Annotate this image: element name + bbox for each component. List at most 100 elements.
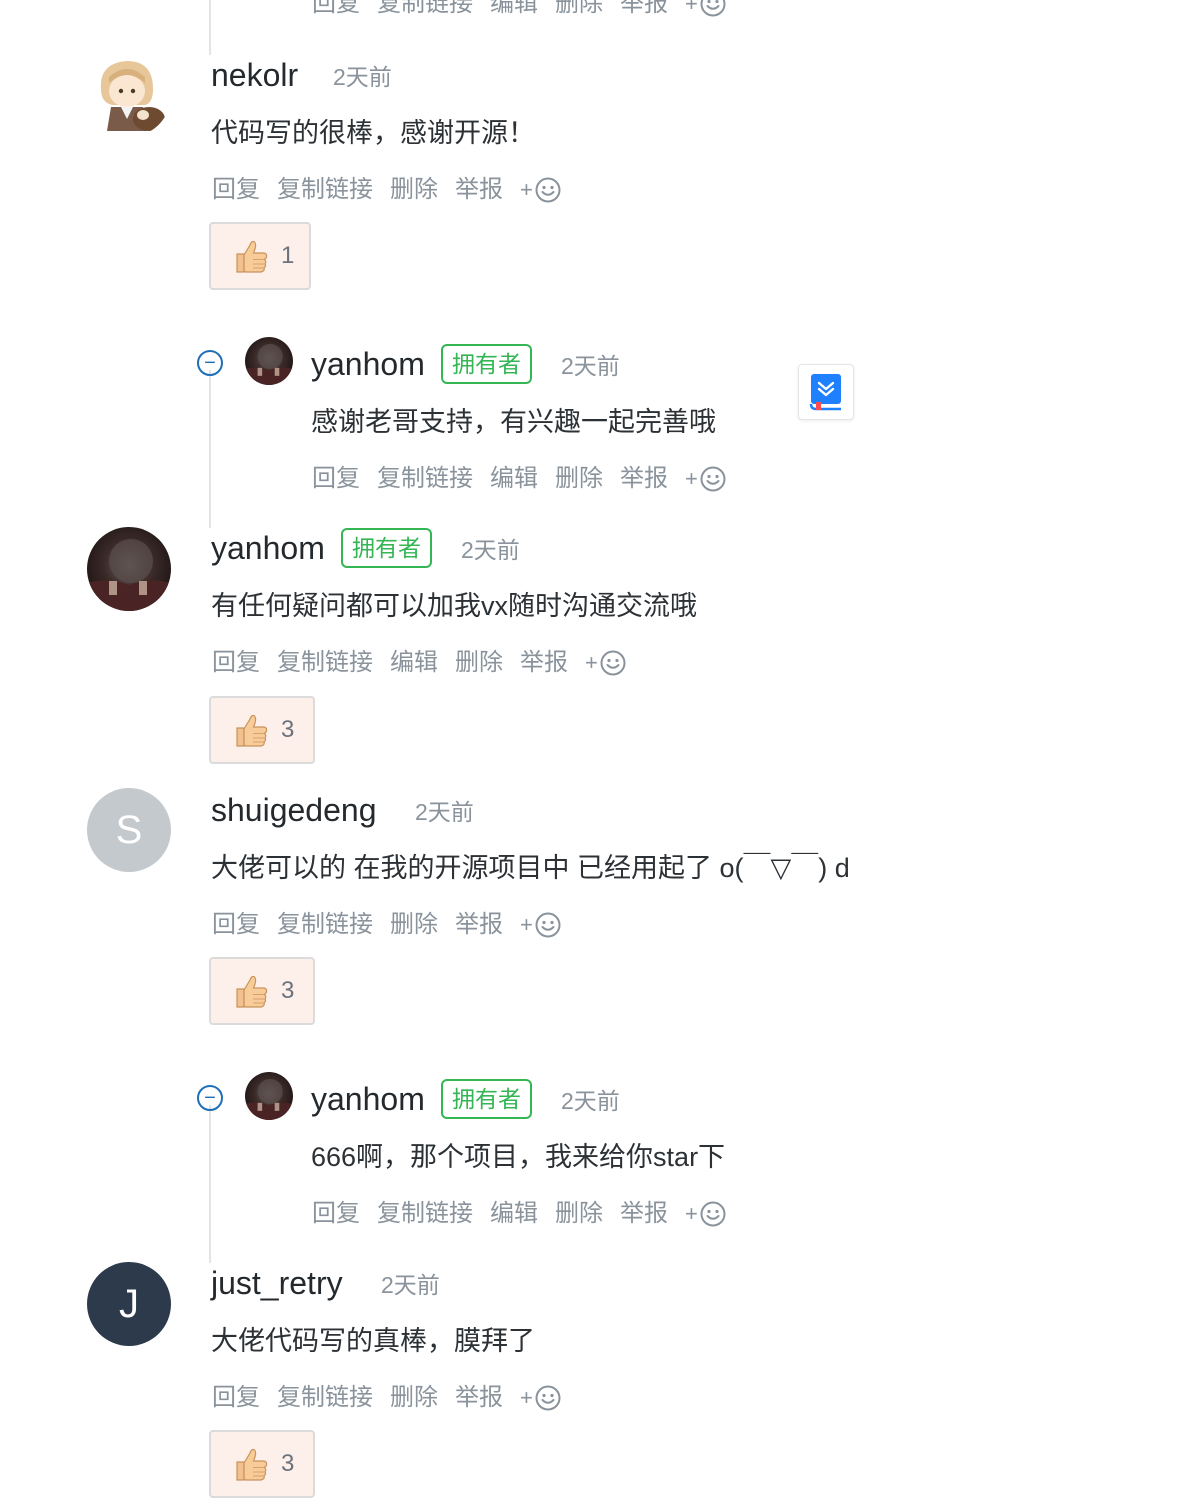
report-button[interactable]: 举报 xyxy=(455,1382,503,1414)
thumbs-up-icon xyxy=(231,971,271,1011)
report-button[interactable]: 举报 xyxy=(520,647,568,679)
copy-link-button[interactable]: 复制链接 xyxy=(277,909,373,941)
reply-button[interactable]: 回复 xyxy=(312,1198,360,1230)
like-count: 3 xyxy=(281,716,295,743)
comment-author[interactable]: just_retry xyxy=(211,1263,343,1303)
add-reaction-plus[interactable]: + xyxy=(520,1382,533,1414)
copy-link-button[interactable]: 复制链接 xyxy=(377,0,473,20)
add-reaction-plus[interactable]: + xyxy=(520,174,533,206)
report-button[interactable]: 举报 xyxy=(620,1198,668,1230)
comment-author[interactable]: yanhom xyxy=(311,344,425,384)
avatar[interactable] xyxy=(245,337,293,385)
report-button[interactable]: 举报 xyxy=(455,909,503,941)
report-button[interactable]: 举报 xyxy=(620,0,668,20)
avatar[interactable]: S xyxy=(87,788,171,872)
reply-button[interactable]: 回复 xyxy=(312,0,360,20)
emoji-reaction-icon[interactable] xyxy=(535,177,561,203)
delete-button[interactable]: 删除 xyxy=(455,647,503,679)
like-count: 3 xyxy=(281,1450,295,1477)
avatar-letter: S xyxy=(115,807,143,852)
avatar[interactable]: J xyxy=(87,1262,171,1346)
add-reaction-plus[interactable]: + xyxy=(520,909,533,941)
like-count: 1 xyxy=(281,242,295,269)
report-button[interactable]: 举报 xyxy=(620,463,668,495)
comment-text: 大佬代码写的真棒，膜拜了 xyxy=(211,1326,535,1356)
comment-time: 2天前 xyxy=(561,353,620,379)
bookmark-widget[interactable] xyxy=(798,364,854,420)
copy-link-button[interactable]: 复制链接 xyxy=(277,174,373,206)
edit-button[interactable]: 编辑 xyxy=(490,0,538,20)
avatar[interactable] xyxy=(87,527,171,611)
action-bar: 回复 复制链接 删除 举报 + xyxy=(212,909,561,941)
reply-button[interactable]: 回复 xyxy=(312,463,360,495)
comment-text: 666啊，那个项目，我来给你star下 xyxy=(311,1142,726,1172)
action-bar: 回复 复制链接 编辑 删除 举报 + xyxy=(312,1198,726,1230)
copy-link-button[interactable]: 复制链接 xyxy=(377,463,473,495)
delete-button[interactable]: 删除 xyxy=(390,1382,438,1414)
avatar[interactable] xyxy=(245,1072,293,1120)
like-button[interactable]: 1 xyxy=(209,222,311,290)
copy-link-button[interactable]: 复制链接 xyxy=(377,1198,473,1230)
comment-time: 2天前 xyxy=(561,1088,620,1114)
comment-author[interactable]: shuigedeng xyxy=(211,790,376,830)
edit-button[interactable]: 编辑 xyxy=(490,1198,538,1230)
thumbs-up-icon xyxy=(231,710,271,750)
delete-button[interactable]: 删除 xyxy=(390,909,438,941)
report-button[interactable]: 举报 xyxy=(455,174,503,206)
owner-badge: 拥有者 xyxy=(341,528,432,568)
thumbs-up-icon xyxy=(231,236,271,276)
delete-button[interactable]: 删除 xyxy=(390,174,438,206)
thread-line xyxy=(209,1105,211,1263)
delete-button[interactable]: 删除 xyxy=(555,1198,603,1230)
owner-badge: 拥有者 xyxy=(441,344,532,384)
add-reaction-plus[interactable]: + xyxy=(685,463,698,495)
copy-link-button[interactable]: 复制链接 xyxy=(277,647,373,679)
comment-author[interactable]: yanhom xyxy=(211,528,325,568)
like-button[interactable]: 3 xyxy=(209,1430,315,1498)
delete-button[interactable]: 删除 xyxy=(555,463,603,495)
comment-text: 代码写的很棒，感谢开源！ xyxy=(211,118,535,148)
like-button[interactable]: 3 xyxy=(209,696,315,764)
comment-text: 有任何疑问都可以加我vx随时沟通交流哦 xyxy=(211,591,697,621)
thumbs-up-icon xyxy=(231,1444,271,1484)
action-bar: 回复 复制链接 删除 举报 + xyxy=(212,1382,561,1414)
emoji-reaction-icon[interactable] xyxy=(700,466,726,492)
comment-time: 2天前 xyxy=(381,1272,440,1298)
owner-badge: 拥有者 xyxy=(441,1079,532,1119)
emoji-reaction-icon[interactable] xyxy=(600,650,626,676)
comment-time: 2天前 xyxy=(333,64,392,90)
add-reaction-plus[interactable]: + xyxy=(685,1198,698,1230)
collapse-thread-button[interactable]: − xyxy=(197,1085,223,1111)
action-bar: 回复 复制链接 编辑 删除 举报 + xyxy=(312,463,726,495)
emoji-reaction-icon[interactable] xyxy=(700,0,726,17)
avatar[interactable] xyxy=(87,53,171,137)
comment-text: 大佬可以的 在我的开源项目中 已经用起了 o(￣▽￣) d xyxy=(211,853,850,883)
reply-button[interactable]: 回复 xyxy=(212,647,260,679)
comment-author[interactable]: yanhom xyxy=(311,1079,425,1119)
bookmark-book-icon xyxy=(809,374,841,411)
like-count: 3 xyxy=(281,977,295,1004)
emoji-reaction-icon[interactable] xyxy=(700,1201,726,1227)
emoji-reaction-icon[interactable] xyxy=(535,1385,561,1411)
collapse-thread-button[interactable]: − xyxy=(197,350,223,376)
thread-line xyxy=(209,0,211,55)
delete-button[interactable]: 删除 xyxy=(555,0,603,20)
action-bar: 回复 复制链接 编辑 删除 举报 + xyxy=(212,647,626,679)
thread-line xyxy=(209,370,211,528)
comment-text: 感谢老哥支持，有兴趣一起完善哦 xyxy=(311,407,716,437)
like-button[interactable]: 3 xyxy=(209,957,315,1025)
copy-link-button[interactable]: 复制链接 xyxy=(277,1382,373,1414)
reply-button[interactable]: 回复 xyxy=(212,909,260,941)
reply-button[interactable]: 回复 xyxy=(212,1382,260,1414)
action-bar: 回复 复制链接 编辑 删除 举报 + xyxy=(312,0,726,20)
emoji-reaction-icon[interactable] xyxy=(535,912,561,938)
edit-button[interactable]: 编辑 xyxy=(490,463,538,495)
comment-time: 2天前 xyxy=(415,799,474,825)
add-reaction-plus[interactable]: + xyxy=(585,647,598,679)
add-reaction-plus[interactable]: + xyxy=(685,0,698,20)
reply-button[interactable]: 回复 xyxy=(212,174,260,206)
edit-button[interactable]: 编辑 xyxy=(390,647,438,679)
comment-author[interactable]: nekolr xyxy=(211,55,298,95)
comment-time: 2天前 xyxy=(461,537,520,563)
action-bar: 回复 复制链接 删除 举报 + xyxy=(212,174,561,206)
